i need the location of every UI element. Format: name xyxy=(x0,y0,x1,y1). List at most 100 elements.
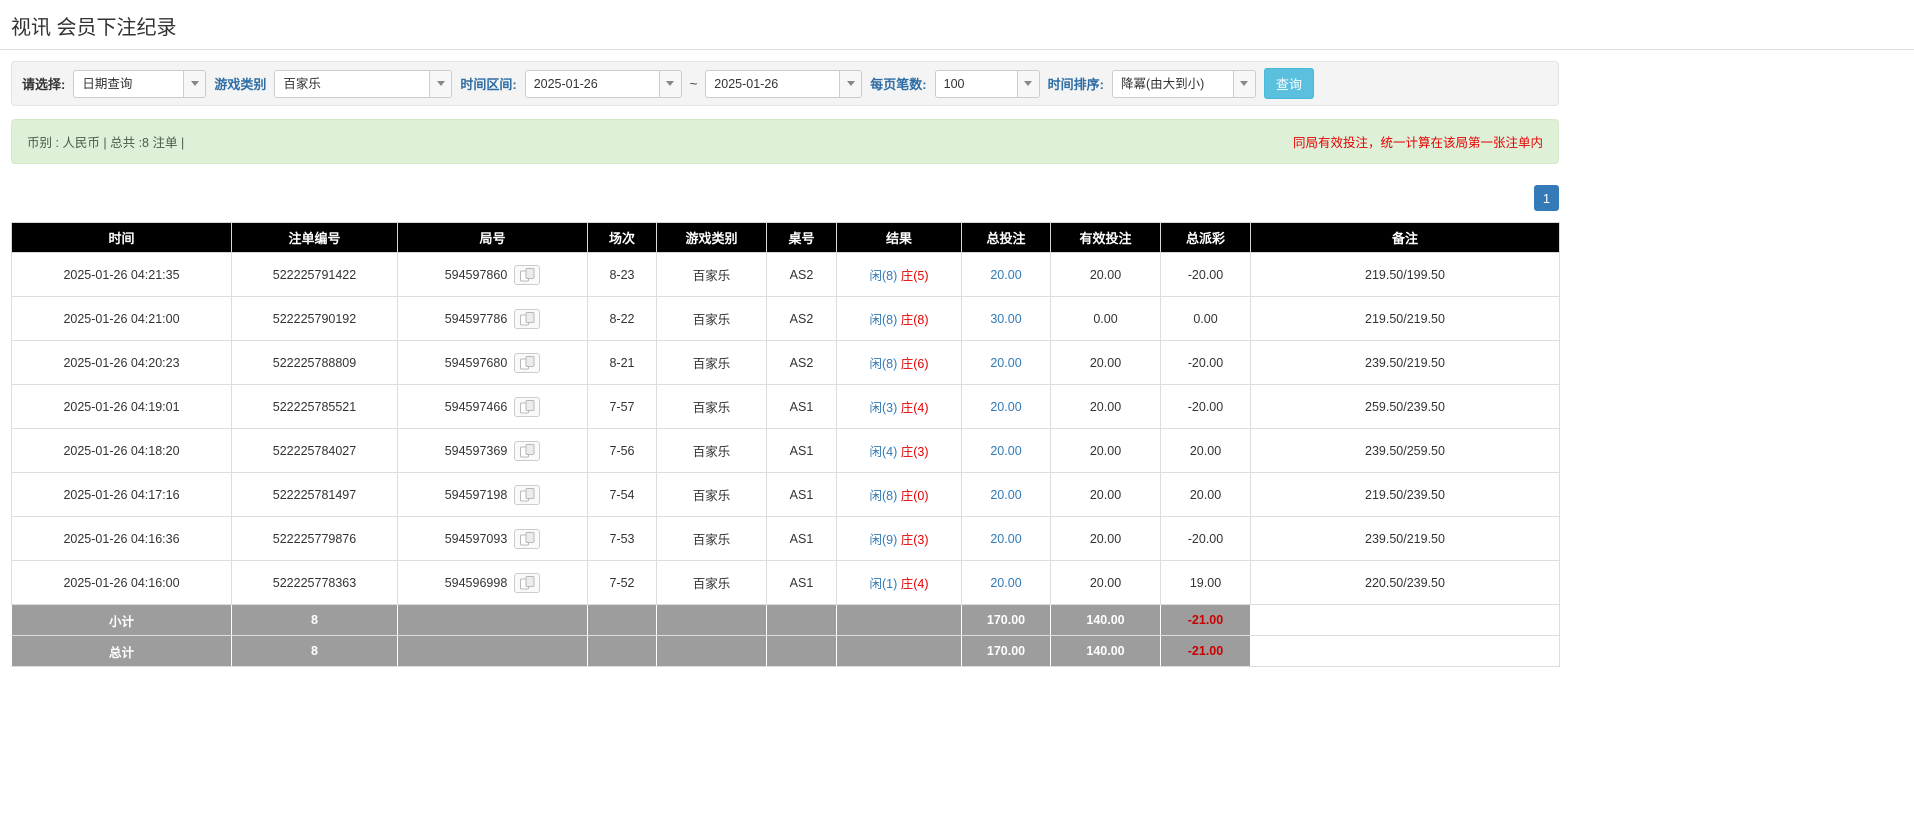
summary-cell: 140.00 xyxy=(1051,636,1161,667)
game-record-icon[interactable] xyxy=(514,397,540,417)
chevron-down-icon[interactable] xyxy=(839,71,861,97)
cell-valid-bet: 20.00 xyxy=(1051,473,1161,517)
summary-cell: -21.00 xyxy=(1161,636,1251,667)
date-range-label: 时间区间: xyxy=(460,74,516,93)
summary-cell: 170.00 xyxy=(962,636,1051,667)
result-banker: 庄(3) xyxy=(901,533,929,547)
game-record-icon[interactable] xyxy=(514,485,540,505)
summary-cell: 140.00 xyxy=(1051,605,1161,636)
page-header: 视讯 会员下注纪录 xyxy=(0,0,1914,50)
cell-result: 闲(8) 庄(5) xyxy=(837,253,962,297)
total-bet-link[interactable]: 30.00 xyxy=(990,312,1021,326)
cell-payout: 19.00 xyxy=(1161,561,1251,605)
result-player: 闲(8) xyxy=(869,269,897,283)
date-to-select[interactable]: 2025-01-26 xyxy=(705,70,862,98)
cell-round-id: 594597198 xyxy=(398,473,588,517)
page-size-select[interactable]: 100 xyxy=(935,70,1040,98)
chevron-down-icon[interactable] xyxy=(1233,71,1255,97)
total-bet-link[interactable]: 20.00 xyxy=(990,576,1021,590)
table-row: 2025-01-26 04:20:23522225788809594597680… xyxy=(12,341,1560,385)
cell-remark: 259.50/239.50 xyxy=(1251,385,1560,429)
cell-result: 闲(3) 庄(4) xyxy=(837,385,962,429)
search-button[interactable]: 查询 xyxy=(1264,68,1314,99)
date-from-select[interactable]: 2025-01-26 xyxy=(525,70,682,98)
total-bet-link[interactable]: 20.00 xyxy=(990,400,1021,414)
game-type-select[interactable]: 百家乐 xyxy=(274,70,452,98)
summary-cell xyxy=(657,636,767,667)
page-title: 视讯 会员下注纪录 xyxy=(11,11,1914,40)
total-bet-link[interactable]: 20.00 xyxy=(990,532,1021,546)
cell-session: 8-22 xyxy=(588,297,657,341)
cell-session: 8-21 xyxy=(588,341,657,385)
summary-cell xyxy=(657,605,767,636)
result-player: 闲(8) xyxy=(869,489,897,503)
round-id-value: 594597198 xyxy=(445,488,508,502)
table-row: 2025-01-26 04:17:16522225781497594597198… xyxy=(12,473,1560,517)
column-header: 注单编号 xyxy=(232,223,398,253)
cell-bet-id: 522225785521 xyxy=(232,385,398,429)
game-record-icon[interactable] xyxy=(514,441,540,461)
sort-label: 时间排序: xyxy=(1048,74,1104,93)
summary-cell xyxy=(1251,605,1560,636)
cell-bet-id: 522225779876 xyxy=(232,517,398,561)
cell-game-type: 百家乐 xyxy=(657,385,767,429)
game-record-icon[interactable] xyxy=(514,573,540,593)
total-bet-link[interactable]: 20.00 xyxy=(990,444,1021,458)
cell-game-type: 百家乐 xyxy=(657,517,767,561)
cell-round-id: 594597680 xyxy=(398,341,588,385)
result-banker: 庄(4) xyxy=(901,577,929,591)
cell-round-id: 594597466 xyxy=(398,385,588,429)
cell-valid-bet: 20.00 xyxy=(1051,253,1161,297)
pagination-top: 1 xyxy=(11,185,1559,211)
chevron-down-icon[interactable] xyxy=(659,71,681,97)
cell-total-bet: 20.00 xyxy=(962,561,1051,605)
game-record-icon[interactable] xyxy=(514,529,540,549)
summary-cell: -21.00 xyxy=(1161,605,1251,636)
result-player: 闲(9) xyxy=(869,533,897,547)
cell-remark: 219.50/219.50 xyxy=(1251,297,1560,341)
result-player: 闲(8) xyxy=(869,313,897,327)
cell-session: 7-52 xyxy=(588,561,657,605)
cell-session: 7-57 xyxy=(588,385,657,429)
total-bet-link[interactable]: 20.00 xyxy=(990,488,1021,502)
chevron-down-icon[interactable] xyxy=(183,71,205,97)
cell-bet-id: 522225784027 xyxy=(232,429,398,473)
summary-cell: 8 xyxy=(232,636,398,667)
cell-remark: 239.50/219.50 xyxy=(1251,517,1560,561)
cell-table-no: AS1 xyxy=(767,385,837,429)
query-type-select[interactable]: 日期查询 xyxy=(73,70,206,98)
cell-payout: 20.00 xyxy=(1161,429,1251,473)
column-header: 桌号 xyxy=(767,223,837,253)
cell-total-bet: 20.00 xyxy=(962,473,1051,517)
cell-valid-bet: 0.00 xyxy=(1051,297,1161,341)
page-button-1[interactable]: 1 xyxy=(1534,185,1559,211)
chevron-down-icon[interactable] xyxy=(429,71,451,97)
result-banker: 庄(8) xyxy=(901,313,929,327)
bet-records-table: 时间注单编号局号场次游戏类别桌号结果总投注有效投注总派彩备注 2025-01-2… xyxy=(11,222,1560,667)
chevron-down-icon[interactable] xyxy=(1017,71,1039,97)
column-header: 时间 xyxy=(12,223,232,253)
summary-cell xyxy=(767,605,837,636)
cell-game-type: 百家乐 xyxy=(657,561,767,605)
sort-value: 降冪(由大到小) xyxy=(1113,71,1233,97)
cell-time: 2025-01-26 04:16:00 xyxy=(12,561,232,605)
game-record-icon[interactable] xyxy=(514,353,540,373)
date-to-value: 2025-01-26 xyxy=(706,71,839,97)
cell-total-bet: 20.00 xyxy=(962,253,1051,297)
cell-total-bet: 30.00 xyxy=(962,297,1051,341)
round-id-value: 594596998 xyxy=(445,576,508,590)
game-record-icon[interactable] xyxy=(514,265,540,285)
cell-payout: 0.00 xyxy=(1161,297,1251,341)
round-id-value: 594597786 xyxy=(445,312,508,326)
summary-cell: 8 xyxy=(232,605,398,636)
column-header: 游戏类别 xyxy=(657,223,767,253)
cell-valid-bet: 20.00 xyxy=(1051,561,1161,605)
cell-payout: -20.00 xyxy=(1161,253,1251,297)
cell-time: 2025-01-26 04:21:00 xyxy=(12,297,232,341)
total-bet-link[interactable]: 20.00 xyxy=(990,268,1021,282)
result-banker: 庄(5) xyxy=(901,269,929,283)
game-record-icon[interactable] xyxy=(514,309,540,329)
sort-select[interactable]: 降冪(由大到小) xyxy=(1112,70,1256,98)
result-player: 闲(3) xyxy=(869,401,897,415)
total-bet-link[interactable]: 20.00 xyxy=(990,356,1021,370)
